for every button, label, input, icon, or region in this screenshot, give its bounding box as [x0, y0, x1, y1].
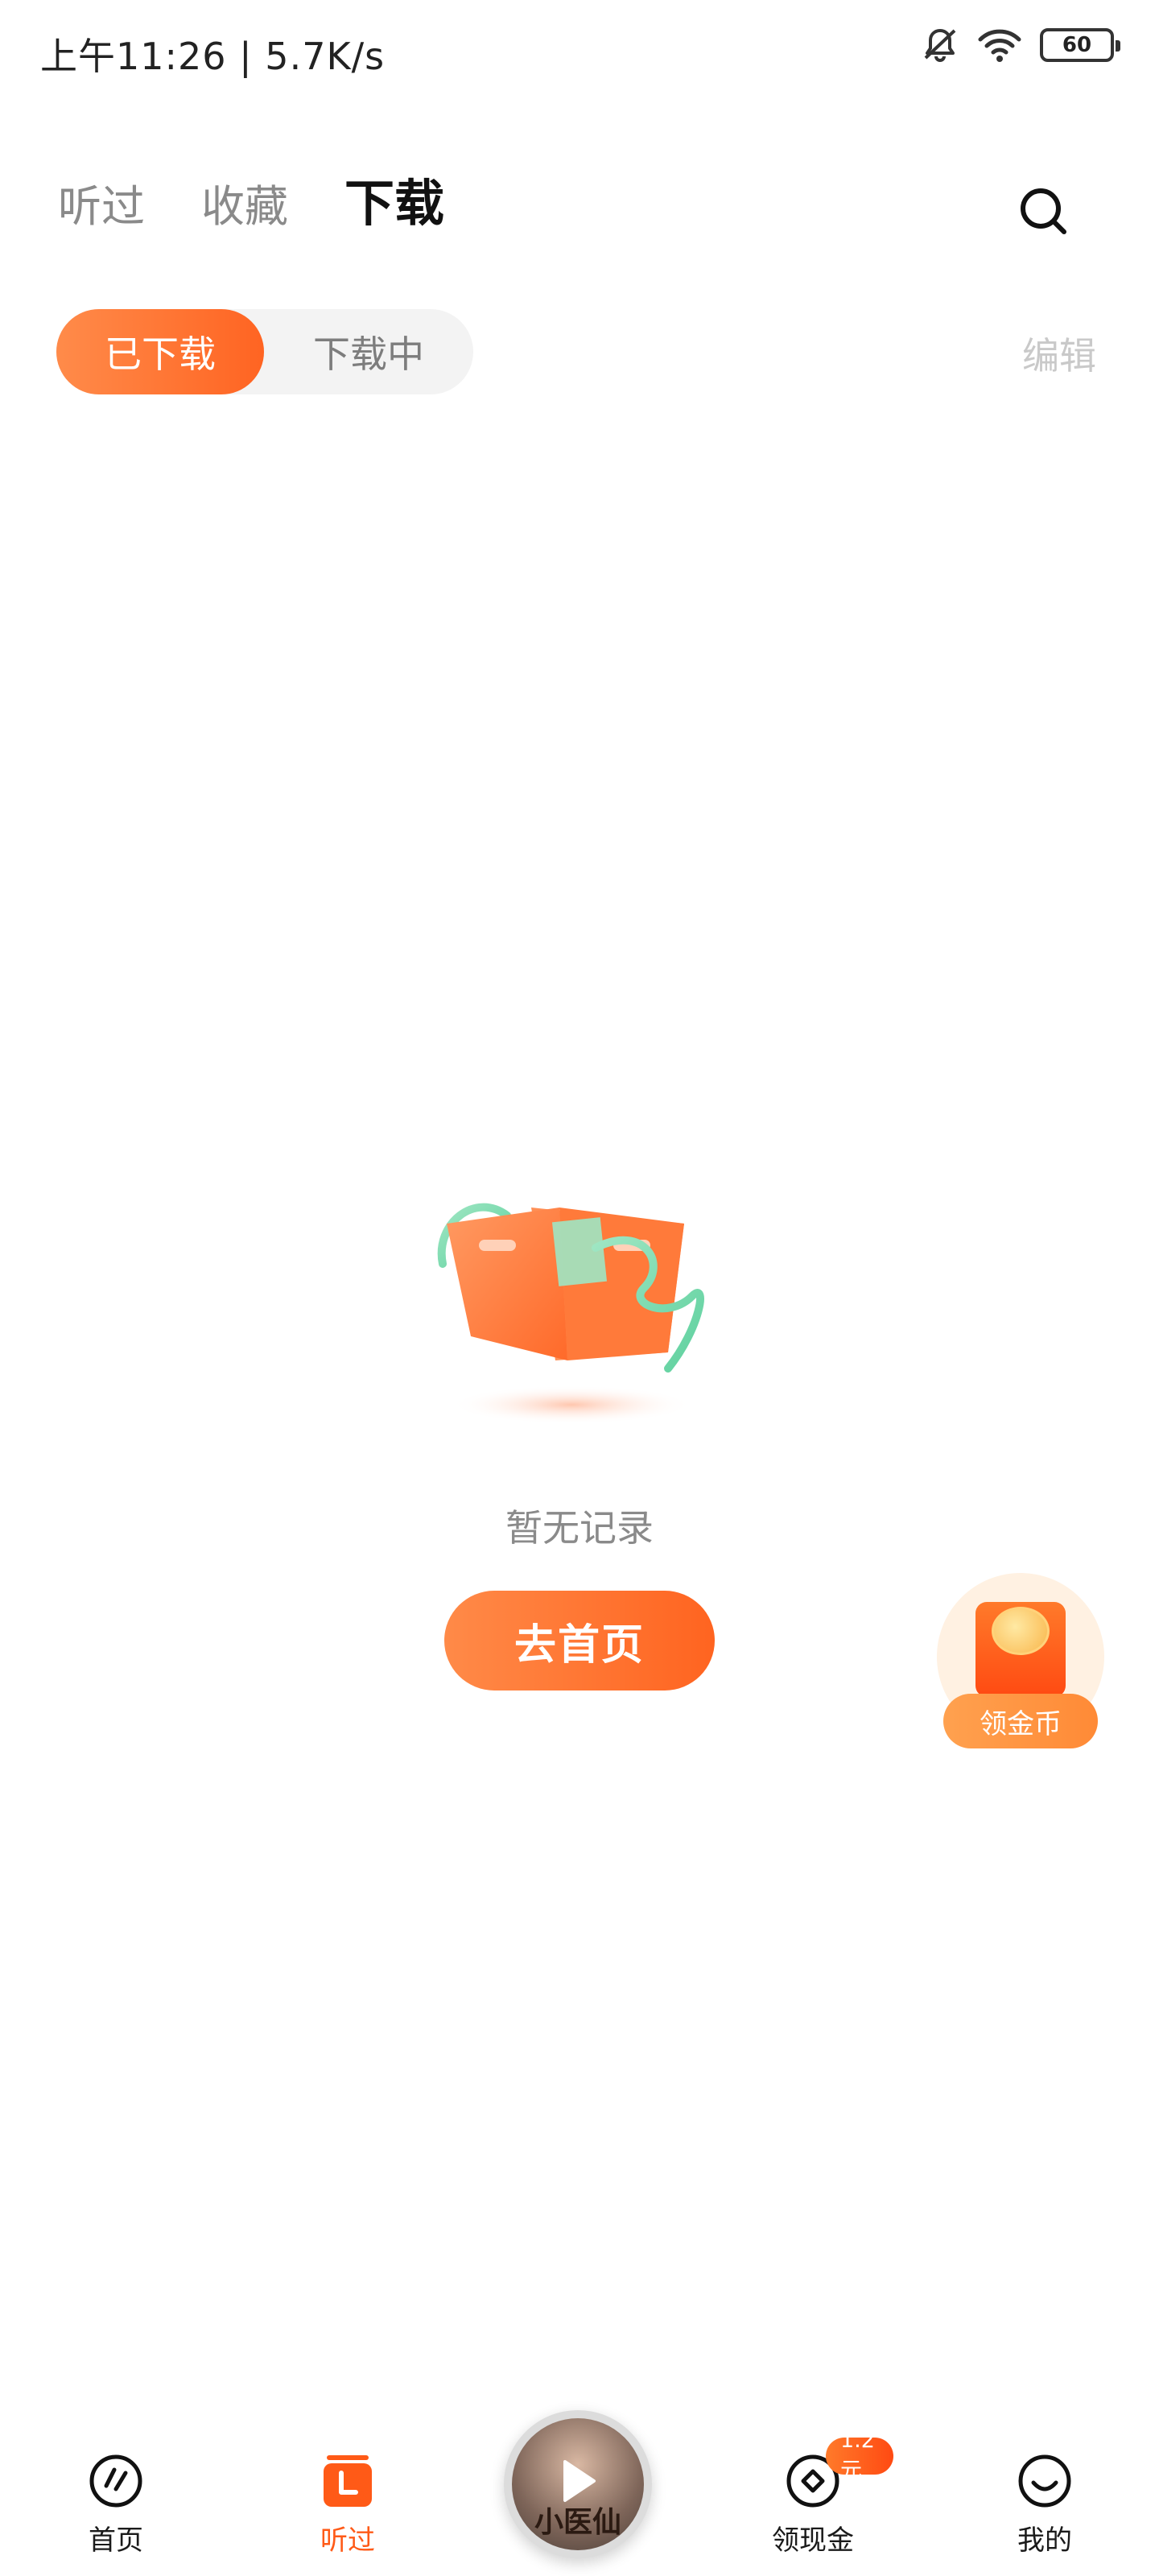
collect-coins-float-button[interactable]: 领金币	[937, 1573, 1104, 1750]
nav-home[interactable]: 首页	[35, 2452, 196, 2557]
status-bar: 上午11:26 | 5.7K/s 60	[0, 0, 1159, 97]
mute-bell-icon	[921, 26, 959, 64]
top-tabs: 听过 收藏 下载	[58, 179, 444, 229]
red-packet-icon	[975, 1602, 1066, 1697]
nav-listened-label: 听过	[320, 2524, 375, 2557]
nav-cash[interactable]: 领现金 1.2元	[732, 2428, 893, 2557]
go-home-button[interactable]: 去首页	[444, 1591, 715, 1690]
nav-me-label: 我的	[1017, 2524, 1072, 2557]
segment-downloading[interactable]: 下载中	[264, 309, 473, 394]
player-book-title: 小医仙	[534, 2505, 621, 2539]
wifi-icon	[977, 27, 1022, 64]
tab-listened[interactable]: 听过	[58, 185, 145, 229]
play-icon	[563, 2460, 596, 2502]
cash-badge: 1.2元	[826, 2428, 893, 2483]
download-status-segment: 已下载 下载中	[56, 309, 473, 394]
mini-player-button[interactable]: 小医仙	[504, 2410, 652, 2558]
book-cover-image: 小医仙	[512, 2418, 644, 2550]
battery-indicator: 60	[1040, 28, 1120, 62]
status-icons: 60	[921, 26, 1120, 64]
tab-downloads[interactable]: 下载	[344, 179, 444, 229]
segment-downloaded[interactable]: 已下载	[56, 309, 264, 394]
downloads-page: 上午11:26 | 5.7K/s 60 听过 收藏 下载 已下载 下载中 编辑 …	[0, 0, 1159, 2576]
search-button[interactable]	[1016, 184, 1072, 240]
empty-basket-illustration	[402, 1127, 740, 1465]
tab-favorites[interactable]: 收藏	[201, 185, 288, 229]
smile-profile-icon	[1016, 2452, 1074, 2510]
nav-home-label: 首页	[89, 2524, 143, 2557]
collect-coins-label: 领金币	[943, 1694, 1098, 1748]
search-icon	[1021, 188, 1066, 234]
gold-coin-icon	[992, 1607, 1050, 1655]
listened-icon	[319, 2452, 377, 2510]
home-icon	[87, 2452, 145, 2510]
battery-level: 60	[1062, 33, 1092, 57]
nav-listened[interactable]: 听过	[267, 2452, 428, 2557]
status-time-speed: 上午11:26 | 5.7K/s	[40, 35, 386, 78]
empty-message: 暂无记录	[505, 1506, 654, 1550]
nav-cash-label: 领现金	[772, 2524, 854, 2557]
nav-me[interactable]: 我的	[964, 2452, 1125, 2557]
edit-button[interactable]: 编辑	[1022, 327, 1096, 380]
